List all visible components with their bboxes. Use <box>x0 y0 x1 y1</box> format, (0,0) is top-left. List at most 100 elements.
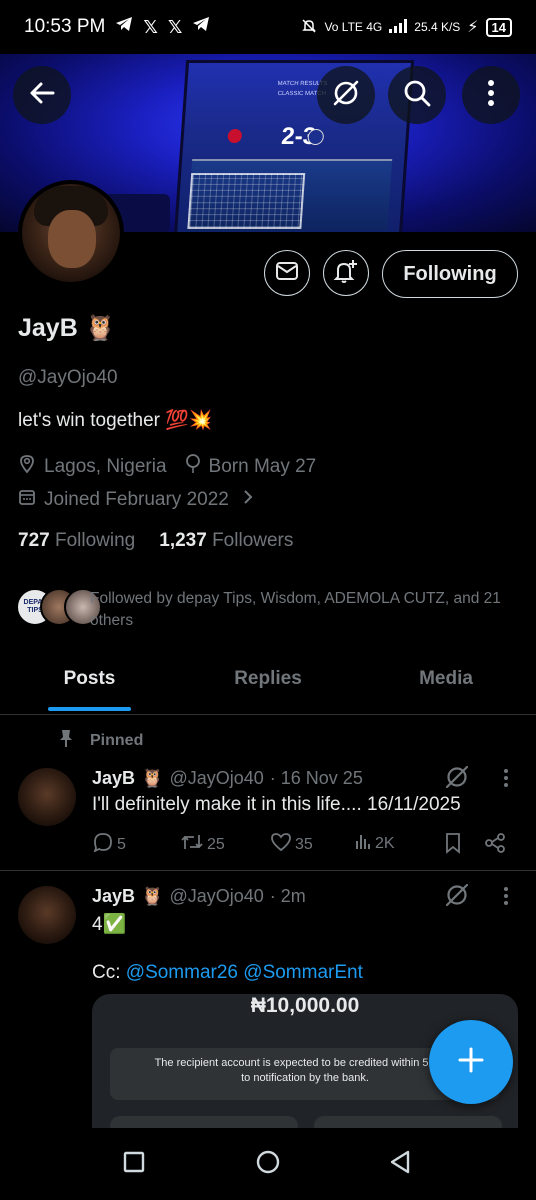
search-button[interactable] <box>388 66 446 124</box>
tweet-text: I'll definitely make it in this life....… <box>92 794 461 815</box>
status-bar: 10:53 PM 𝕏 𝕏 Vo LTE 4G 25.4 K/S ⚡ 14 <box>0 0 536 54</box>
x-icon: 𝕏 <box>143 16 158 37</box>
telegram-icon <box>115 16 133 38</box>
chevron-right-icon <box>243 489 253 511</box>
tweet-more-icon[interactable] <box>503 886 509 911</box>
tweet-avatar[interactable] <box>18 886 76 944</box>
like-count: 35 <box>295 835 313 853</box>
following-button[interactable]: Following <box>382 250 518 298</box>
circle-icon <box>255 1149 281 1180</box>
banner-goal-net <box>187 173 306 229</box>
profile-avatar[interactable] <box>18 180 124 286</box>
joined-text: Joined February 2022 <box>44 489 229 510</box>
home-button[interactable] <box>252 1148 284 1180</box>
views-count: 2K <box>375 834 395 852</box>
grok-icon <box>331 78 361 113</box>
tweet-author-handle[interactable]: @JayOjo40 <box>169 886 263 907</box>
battery-indicator: 14 <box>485 17 512 37</box>
bell-plus-icon <box>333 258 359 289</box>
profile-meta-row: Lagos, Nigeria Born May 27 <box>18 454 316 480</box>
active-tab-indicator <box>48 707 131 711</box>
recents-button[interactable] <box>118 1148 150 1180</box>
owl-emoji: 🦉 <box>141 768 164 788</box>
back-button[interactable] <box>13 66 71 124</box>
profile-joined-row[interactable]: Joined February 2022 <box>18 488 253 512</box>
pinned-label-row: Pinned <box>58 728 143 753</box>
owl-emoji: 🦉 <box>141 886 164 906</box>
card-amount: ₦10,000.00 <box>250 994 360 1017</box>
follow-counts: 727 Following 1,237 Followers <box>18 530 293 552</box>
tweet-more-icon[interactable] <box>503 768 509 793</box>
card-button-shape <box>314 1116 502 1128</box>
tab-replies[interactable]: Replies <box>222 668 314 690</box>
system-back-button[interactable] <box>384 1148 416 1180</box>
banner-tv-screen: MATCH RESULTS CLASSIC MATCH 2-3 <box>173 60 415 232</box>
followed-by-text[interactable]: Followed by depay Tips, Wisdom, ADEMOLA … <box>90 588 520 632</box>
network-label: Vo LTE 4G <box>324 20 383 34</box>
bookmark-icon[interactable] <box>444 832 462 854</box>
mail-icon <box>275 261 299 286</box>
profile-handle: @JayOjo40 <box>18 367 118 388</box>
message-button[interactable] <box>264 250 310 296</box>
birthday-balloon-icon <box>185 454 201 480</box>
plus-icon <box>456 1045 486 1080</box>
mention-link[interactable]: @SommarEnt <box>243 962 363 983</box>
followers-count-link[interactable]: 1,237 Followers <box>159 530 293 552</box>
tweet-time: · 2m <box>269 886 306 906</box>
card-button-shape <box>110 1116 298 1128</box>
views-action[interactable]: 2K <box>354 832 395 855</box>
banner-score: 2-3 <box>280 123 318 150</box>
following-label: Following <box>54 530 136 551</box>
more-vertical-icon <box>487 79 495 112</box>
pinned-text: Pinned <box>90 731 144 749</box>
tweet-actions: 5 25 35 2K <box>92 832 512 856</box>
views-bar-chart-icon <box>354 832 372 855</box>
tweet-avatar[interactable] <box>18 768 76 826</box>
grok-icon[interactable] <box>444 882 470 913</box>
cc-label: Cc: <box>92 962 121 983</box>
tweet-header: JayB 🦉 @JayOjo40 · 2m <box>92 886 306 907</box>
profile-display-name: JayB 🦉 <box>18 314 116 343</box>
tweet-author-name[interactable]: JayB <box>92 768 135 789</box>
like-action[interactable]: 35 <box>270 832 313 857</box>
repost-count: 25 <box>207 835 225 853</box>
arrow-left-icon <box>28 81 56 110</box>
following-count-link[interactable]: 727 Following <box>18 530 135 552</box>
triangle-back-icon <box>388 1149 412 1180</box>
status-time: 10:53 PM <box>24 16 106 37</box>
mention-link[interactable]: @Sommar26 <box>126 962 238 983</box>
notifications-button[interactable] <box>323 250 369 296</box>
location-text: Lagos, Nigeria <box>44 456 167 477</box>
tab-media[interactable]: Media <box>406 668 486 690</box>
mute-icon <box>301 18 317 37</box>
x-icon: 𝕏 <box>167 16 183 37</box>
square-icon <box>122 1150 146 1179</box>
grok-icon[interactable] <box>444 764 470 795</box>
tweet-divider <box>0 870 536 871</box>
profile-tabs: Posts Replies Media <box>0 656 536 715</box>
display-name-text: JayB <box>18 314 78 342</box>
pin-icon <box>58 728 74 753</box>
repost-action[interactable]: 25 <box>180 832 225 857</box>
speed-label: 25.4 K/S <box>414 20 461 34</box>
compose-button[interactable] <box>429 1020 513 1104</box>
followed-by-avatars[interactable]: DEPAY TIPS <box>16 588 102 626</box>
share-icon[interactable] <box>484 832 506 854</box>
tweet-author-name[interactable]: JayB <box>92 886 135 907</box>
grok-button[interactable] <box>317 66 375 124</box>
more-options-button[interactable] <box>462 66 520 124</box>
following-count: 727 <box>18 530 50 551</box>
tweet-author-handle[interactable]: @JayOjo40 <box>169 768 263 789</box>
reply-action[interactable]: 5 <box>92 832 126 857</box>
tweet-time: · 16 Nov 25 <box>269 768 363 788</box>
avatar-face-shape <box>48 210 96 268</box>
profile-bio: let's win together 💯💥 <box>18 410 213 431</box>
tweet-text: 4✅ <box>92 914 127 935</box>
reply-icon <box>92 832 114 857</box>
tweet-header: JayB 🦉 @JayOjo40 · 16 Nov 25 <box>92 768 363 789</box>
tab-posts[interactable]: Posts <box>48 668 131 690</box>
birthday-text: Born May 27 <box>208 456 317 477</box>
system-nav-bar <box>0 1128 536 1200</box>
reply-count: 5 <box>117 835 126 853</box>
telegram-icon <box>192 16 210 38</box>
